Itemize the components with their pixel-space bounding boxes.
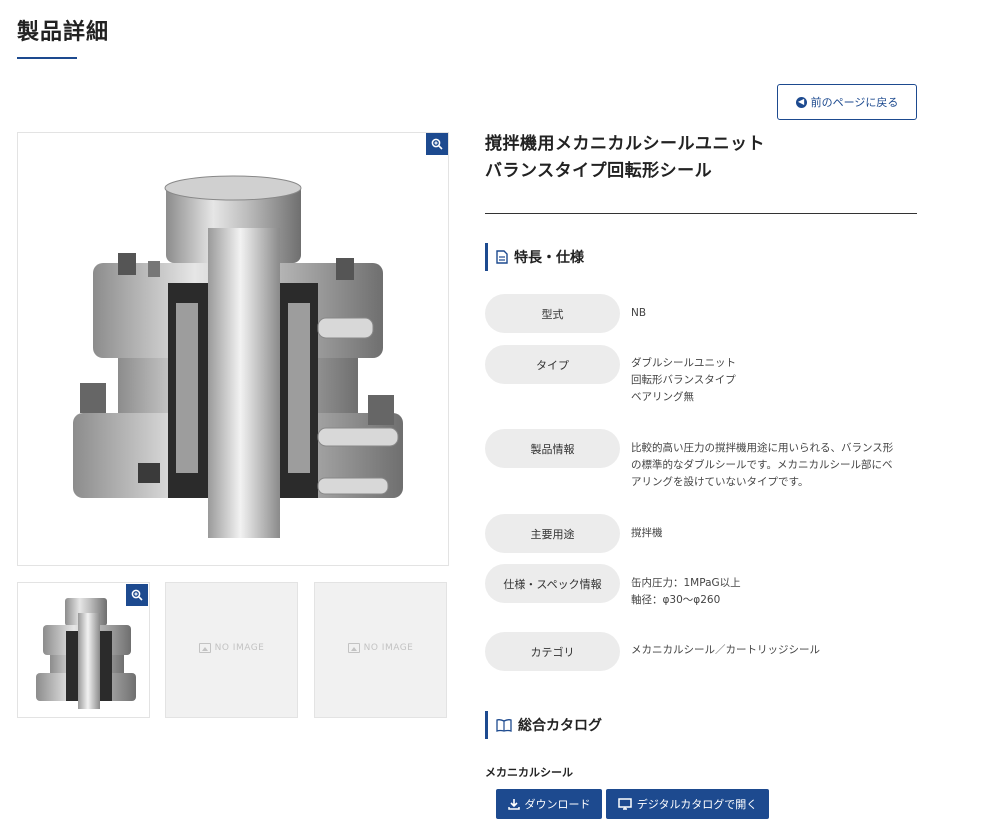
features-heading-label: 特長・仕様 <box>514 250 584 266</box>
title-underline <box>17 57 77 59</box>
catalog-subheading: メカニカルシール <box>485 766 573 779</box>
zoom-in-icon <box>131 589 143 601</box>
spec-label-product-info: 製品情報 <box>485 429 620 468</box>
main-product-image[interactable] <box>17 132 449 566</box>
spec-label-type: タイプ <box>485 345 620 384</box>
download-button[interactable]: ダウンロード <box>496 789 602 819</box>
spec-value-model: NB <box>631 307 647 319</box>
thumbnail-2[interactable]: NO IMAGE <box>165 582 298 718</box>
back-button-label: 前のページに戻る <box>810 96 899 109</box>
product-name: 撹拌機用メカニカルシールユニット バランスタイプ回転形シール <box>485 131 765 185</box>
image-icon <box>347 643 360 653</box>
arrow-left-circle-icon: ◀ <box>795 96 807 108</box>
spec-value-specifications: 缶内圧力：1MPaG以上 軸径：φ30〜φ260 <box>631 577 741 606</box>
spec-value-category: メカニカルシール／カートリッジシール <box>631 644 820 656</box>
catalog-heading-label: 総合カタログ <box>518 718 602 734</box>
spec-value-product-info: 比較的高い圧力の撹拌機用途に用いられる、バランス形 の標準的なダブルシールです。… <box>631 442 894 488</box>
spec-value-type: ダブルシールユニット 回転形バランスタイプ ベアリング無 <box>631 357 736 403</box>
no-image-label: NO IMAGE <box>214 643 265 653</box>
digital-catalog-button-label: デジタルカタログで開く <box>636 798 758 811</box>
back-button[interactable]: ◀ 前のページに戻る <box>777 84 917 120</box>
spec-label-main-use: 主要用途 <box>485 514 620 553</box>
spec-label-category: カテゴリ <box>485 632 620 671</box>
catalog-heading: 総合カタログ <box>485 711 602 739</box>
no-image-placeholder: NO IMAGE <box>315 643 446 653</box>
download-button-label: ダウンロード <box>524 798 591 811</box>
download-icon <box>507 799 520 810</box>
spec-label-model: 型式 <box>485 294 620 333</box>
no-image-placeholder: NO IMAGE <box>166 643 297 653</box>
zoom-in-icon <box>431 138 443 150</box>
thumbnail-zoom-button[interactable] <box>126 584 148 606</box>
thumbnail-1[interactable] <box>17 582 150 718</box>
spec-label-specifications: 仕様・スペック情報 <box>485 564 620 603</box>
spec-value-main-use: 撹拌機 <box>631 527 663 539</box>
main-image-zoom-button[interactable] <box>426 133 448 155</box>
image-icon <box>198 643 211 653</box>
thumbnail-3[interactable]: NO IMAGE <box>314 582 447 718</box>
monitor-icon <box>618 798 632 810</box>
mechanical-seal-illustration <box>73 175 403 538</box>
no-image-label: NO IMAGE <box>363 643 414 653</box>
features-heading: 特長・仕様 <box>485 243 584 271</box>
product-name-line2: バランスタイプ回転形シール <box>485 161 713 181</box>
book-icon <box>496 719 512 732</box>
page-title: 製品詳細 <box>17 20 110 45</box>
digital-catalog-button[interactable]: デジタルカタログで開く <box>606 789 769 819</box>
document-icon <box>496 250 508 264</box>
product-name-line1: 撹拌機用メカニカルシールユニット <box>485 134 765 154</box>
divider <box>485 213 917 214</box>
